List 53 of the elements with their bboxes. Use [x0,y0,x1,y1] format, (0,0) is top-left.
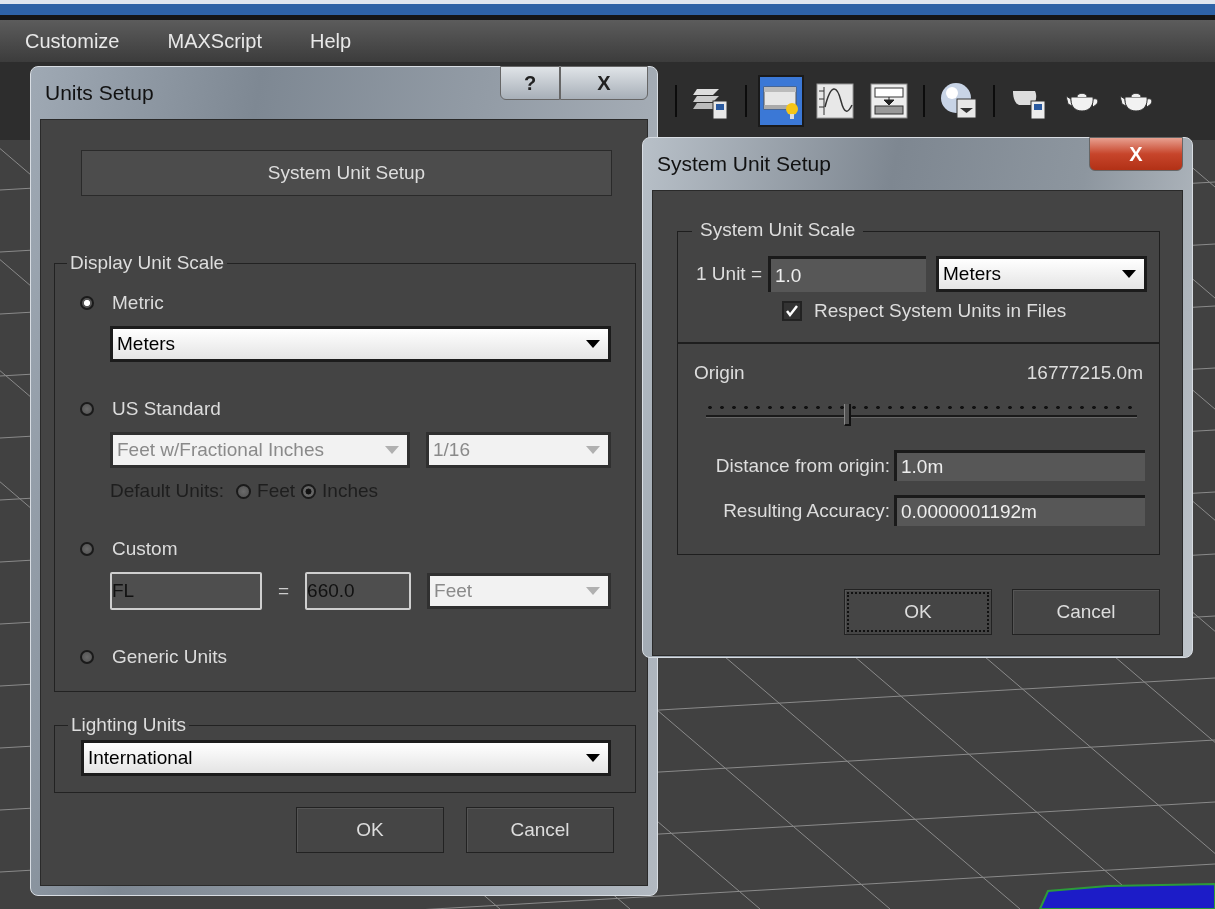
dialog-title: System Unit Setup [656,152,831,176]
close-button[interactable]: X [560,66,648,100]
curve-editor-icon [816,83,854,119]
readout-field: 0.0000001192m [894,495,1145,526]
system-unit-setup-button[interactable]: System Unit Setup [81,150,612,196]
option-label: Generic Units [112,646,228,668]
radio-button[interactable] [80,650,94,664]
readout-label: Distance from origin: [714,454,890,477]
slider-thumb[interactable] [843,404,851,426]
radio-button[interactable] [80,542,94,556]
radio-button[interactable] [80,402,94,416]
group-label: Display Unit Scale [69,252,226,274]
close-button[interactable]: X [1089,137,1183,171]
dropdown[interactable]: Meters [936,256,1147,292]
group-label: Lighting Units [70,714,188,736]
menu-item[interactable]: Customize [25,29,120,53]
dropdown[interactable]: Meters [110,326,611,362]
teapot-icon [1065,92,1099,112]
radio-button[interactable] [80,296,94,310]
help-button[interactable]: ? [500,66,560,100]
dialog-button[interactable]: OK [844,589,992,635]
toolbar-button[interactable] [758,75,804,127]
dialog-title: Units Setup [44,81,154,105]
folder-bulb-icon [763,86,798,119]
readout-label: Resulting Accuracy: [722,499,890,522]
unit-label: 1 Unit = [696,263,762,285]
caret-icon [385,446,399,454]
dropdown[interactable]: International [81,740,611,776]
menu-item[interactable]: Help [309,29,352,53]
origin-label: Origin [694,362,745,384]
layers-icon [693,89,728,120]
caret-icon [586,754,600,762]
schematic-icon [870,83,908,119]
teapot-icon [1013,91,1046,120]
origin-value: 16777215.0m [1026,362,1143,384]
menu-item[interactable]: MAXScript [167,29,262,53]
caret-icon [586,587,600,595]
checkbox[interactable] [782,301,802,321]
dialog-button[interactable]: Cancel [1012,589,1160,635]
option-label: Custom [112,538,178,560]
readout-field: 1.0m [894,450,1145,481]
equals-sign: = [278,580,290,602]
option-label: Metric [112,292,164,314]
caret-icon [586,446,600,454]
teapot-icon [1119,92,1153,112]
caret-icon [1122,270,1136,278]
input-field[interactable]: 1.0 [768,256,926,292]
caret-icon [586,340,600,348]
dialog-button[interactable]: Cancel [466,807,614,853]
dialog-button[interactable]: OK [296,807,444,853]
material-icon [941,83,977,119]
option-label: US Standard [112,398,221,420]
checkbox-label: Respect System Units in Files [814,300,1067,322]
